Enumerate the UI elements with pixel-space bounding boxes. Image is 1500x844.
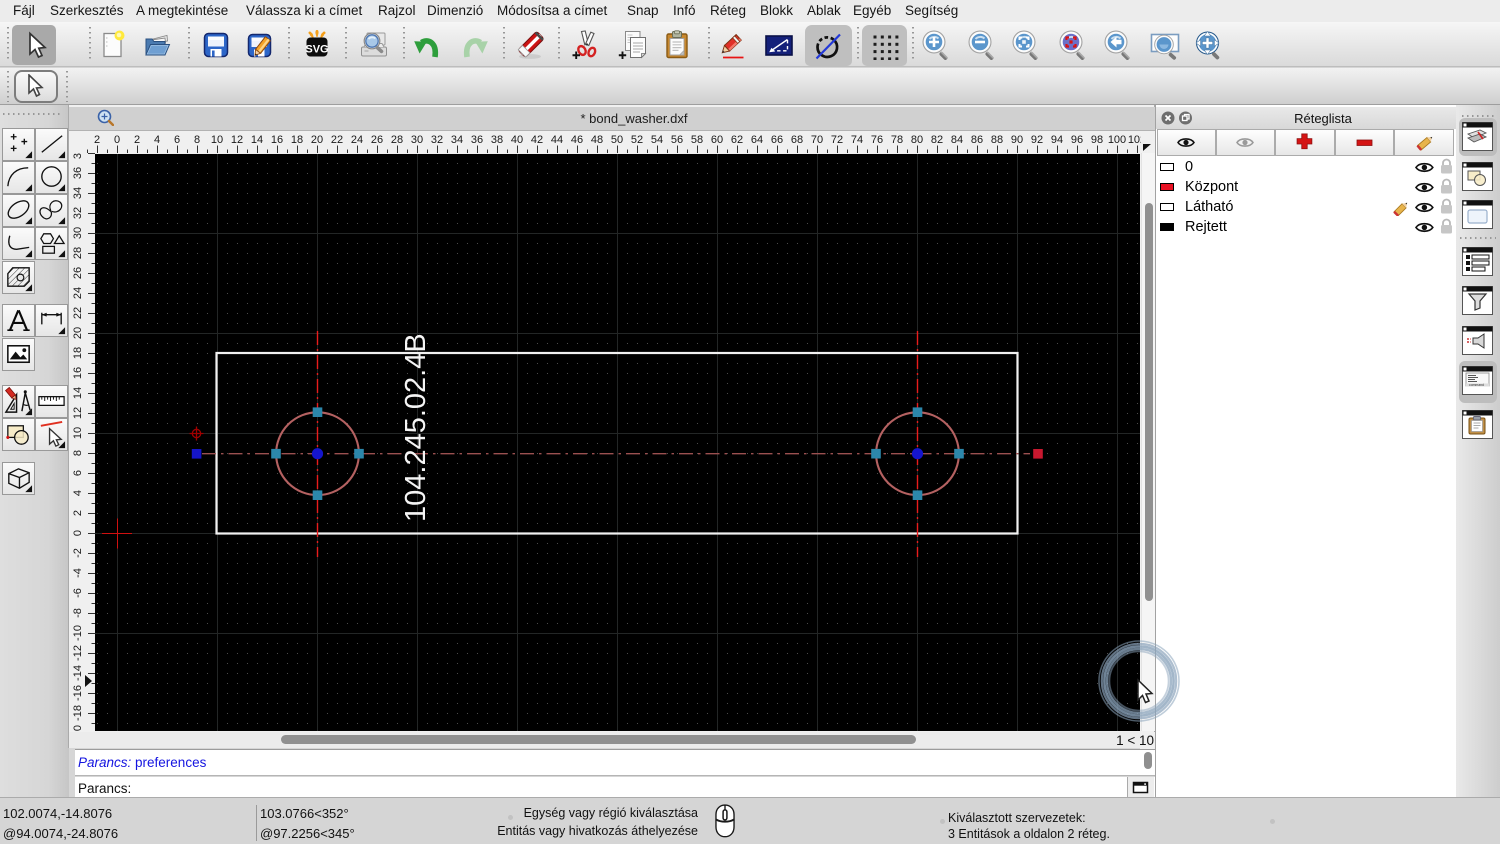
svg-text:8: 8: [194, 134, 200, 146]
svg-text:34: 34: [451, 134, 463, 146]
svg-text:-4: -4: [72, 568, 84, 578]
svg-text:-18: -18: [72, 705, 84, 721]
svg-text:-10: -10: [72, 625, 84, 641]
svg-text:0: 0: [72, 530, 84, 536]
svg-text:6: 6: [72, 470, 84, 476]
svg-text:10: 10: [72, 427, 84, 439]
svg-text:52: 52: [631, 134, 643, 146]
svg-text:102: 102: [1128, 134, 1141, 146]
svg-text:6: 6: [174, 134, 180, 146]
svg-text:46: 46: [571, 134, 583, 146]
svg-text:18: 18: [291, 134, 303, 146]
svg-text:66: 66: [771, 134, 783, 146]
svg-text:14: 14: [72, 387, 84, 399]
svg-text:-6: -6: [72, 588, 84, 598]
svg-text:4: 4: [154, 134, 160, 146]
svg-text:86: 86: [971, 134, 983, 146]
svg-text:24: 24: [72, 287, 84, 299]
svg-text:70: 70: [811, 134, 823, 146]
svg-text:100: 100: [1108, 134, 1126, 146]
svg-text:14: 14: [251, 134, 263, 146]
svg-text:58: 58: [691, 134, 703, 146]
svg-text:54: 54: [651, 134, 663, 146]
svg-text:26: 26: [371, 134, 383, 146]
svg-text:32: 32: [72, 207, 84, 219]
svg-text:-14: -14: [72, 665, 84, 681]
svg-text:8: 8: [72, 450, 84, 456]
svg-text:74: 74: [851, 134, 863, 146]
svg-text:82: 82: [931, 134, 943, 146]
svg-text:84: 84: [951, 134, 963, 146]
svg-text:SVG: SVG: [305, 44, 328, 56]
svg-text:2: 2: [134, 134, 140, 146]
svg-text:80: 80: [911, 134, 923, 146]
svg-text:56: 56: [671, 134, 683, 146]
svg-text:22: 22: [72, 307, 84, 319]
svg-text:2: 2: [94, 134, 100, 146]
svg-text:64: 64: [751, 134, 763, 146]
svg-text:48: 48: [591, 134, 603, 146]
svg-text:34: 34: [72, 187, 84, 199]
svg-text:104.245.02.4B: 104.245.02.4B: [400, 333, 432, 522]
svg-text:-20: -20: [72, 725, 84, 731]
svg-text:command: command: [1469, 383, 1484, 387]
svg-text:36: 36: [72, 167, 84, 179]
svg-text:18: 18: [72, 347, 84, 359]
svg-text:42: 42: [531, 134, 543, 146]
svg-text:20: 20: [311, 134, 323, 146]
svg-text:40: 40: [511, 134, 523, 146]
svg-text:38: 38: [72, 153, 84, 159]
svg-text:68: 68: [791, 134, 803, 146]
svg-text:30: 30: [72, 227, 84, 239]
svg-text:-16: -16: [72, 685, 84, 701]
svg-text:44: 44: [551, 134, 563, 146]
svg-text:72: 72: [831, 134, 843, 146]
svg-text:78: 78: [891, 134, 903, 146]
svg-text:38: 38: [491, 134, 503, 146]
svg-text:-8: -8: [72, 608, 84, 618]
svg-text:12: 12: [231, 134, 243, 146]
svg-text:28: 28: [72, 247, 84, 259]
svg-text:92: 92: [1031, 134, 1043, 146]
svg-text:2: 2: [72, 510, 84, 516]
svg-text:20: 20: [72, 327, 84, 339]
svg-text:26: 26: [72, 267, 84, 279]
svg-text:16: 16: [72, 367, 84, 379]
svg-text:98: 98: [1091, 134, 1103, 146]
svg-text:-12: -12: [72, 645, 84, 661]
svg-text:60: 60: [711, 134, 723, 146]
svg-text:94: 94: [1051, 134, 1063, 146]
svg-text:0: 0: [114, 134, 120, 146]
svg-text:30: 30: [411, 134, 423, 146]
svg-text:-2: -2: [72, 548, 84, 558]
svg-text:50: 50: [611, 134, 623, 146]
svg-text:36: 36: [471, 134, 483, 146]
svg-text:62: 62: [731, 134, 743, 146]
svg-text:32: 32: [431, 134, 443, 146]
svg-text:88: 88: [991, 134, 1003, 146]
svg-text:22: 22: [331, 134, 343, 146]
svg-text:76: 76: [871, 134, 883, 146]
svg-text:16: 16: [271, 134, 283, 146]
svg-text:10: 10: [211, 134, 223, 146]
svg-text:12: 12: [72, 407, 84, 419]
svg-text:90: 90: [1011, 134, 1023, 146]
svg-text:96: 96: [1071, 134, 1083, 146]
svg-text:24: 24: [351, 134, 363, 146]
svg-text:28: 28: [391, 134, 403, 146]
svg-text:4: 4: [72, 490, 84, 496]
